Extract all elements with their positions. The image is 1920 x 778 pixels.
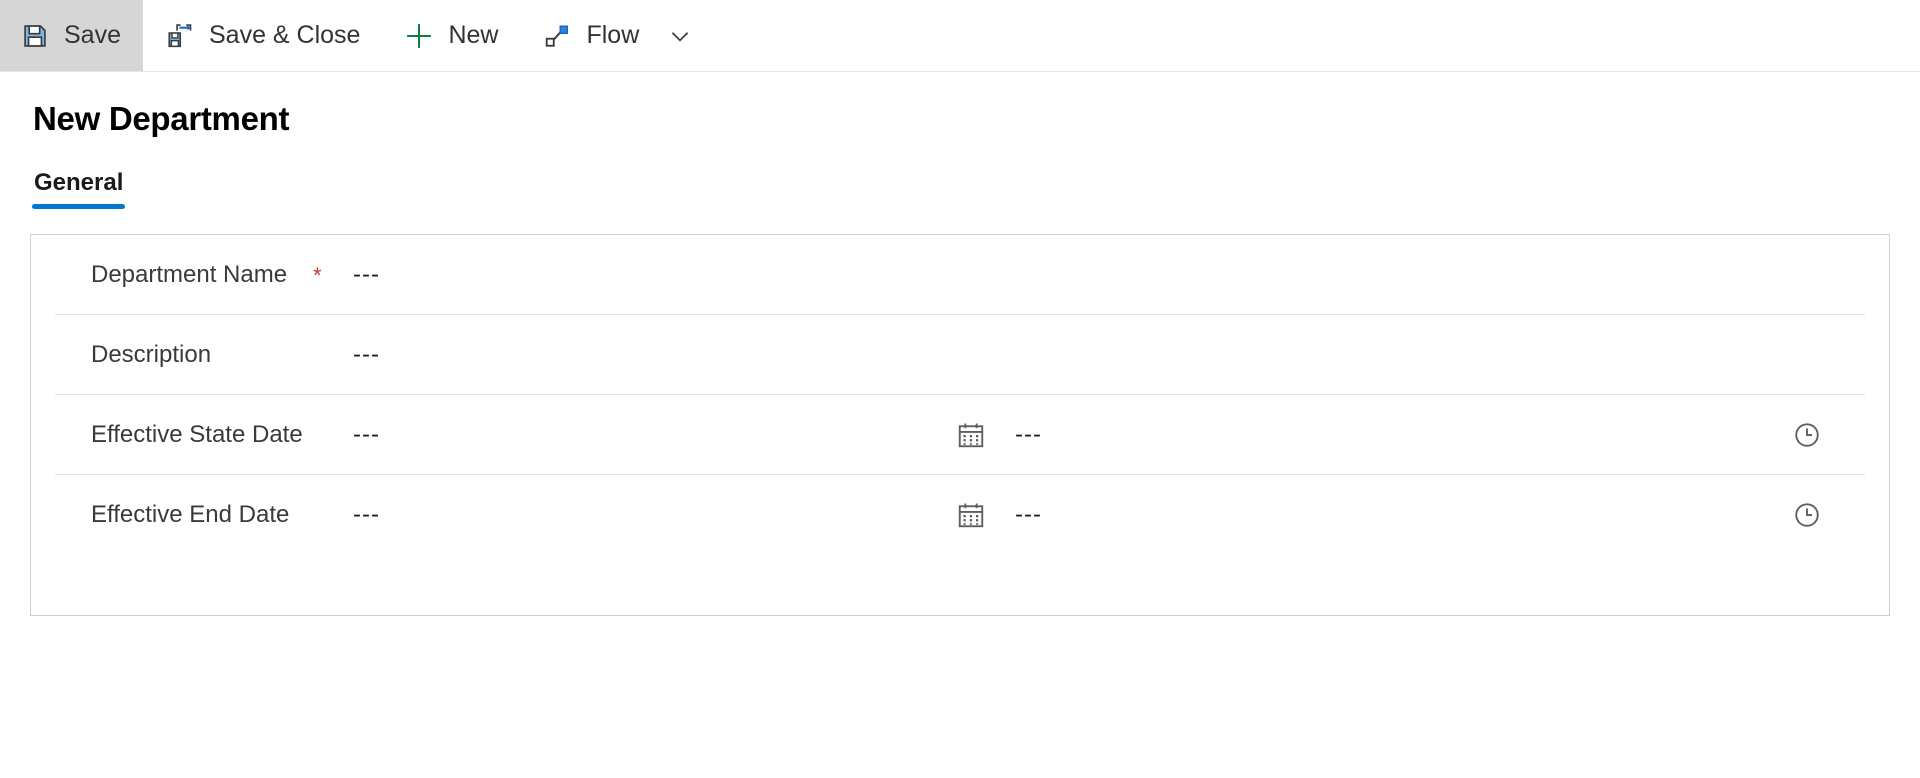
save-and-close-icon: [165, 21, 195, 51]
save-floppy-icon: [20, 21, 50, 51]
description-label: Description: [91, 340, 212, 368]
flow-icon: [542, 21, 572, 51]
chevron-down-icon: [665, 21, 695, 51]
save-button-label: Save: [64, 21, 121, 49]
command-bar-overflow-button[interactable]: [661, 0, 713, 71]
required-asterisk: *: [313, 262, 322, 288]
department-name-field[interactable]: ---: [353, 262, 953, 287]
save-and-close-button[interactable]: Save & Close: [143, 0, 382, 71]
required-asterisk-placeholder: [313, 354, 353, 356]
description-field[interactable]: ---: [353, 342, 953, 367]
general-form-card: Department Name * --- Description --- Ef…: [30, 234, 1890, 616]
required-asterisk-placeholder: [313, 434, 353, 436]
page-body: New Department General Department Name *…: [0, 100, 1920, 616]
effective-state-date-label: Effective State Date: [91, 420, 303, 448]
flow-button-label: Flow: [586, 21, 640, 49]
form-row: Department Name * ---: [55, 235, 1865, 315]
effective-state-time-field[interactable]: ---: [989, 422, 1549, 447]
clock-icon[interactable]: [1789, 417, 1825, 453]
new-button[interactable]: New: [382, 0, 520, 71]
new-button-label: New: [448, 21, 499, 49]
page-title: New Department: [33, 100, 290, 137]
form-row: Effective State Date --- ---: [55, 395, 1865, 475]
effective-state-date-field[interactable]: ---: [353, 422, 953, 447]
save-button[interactable]: Save: [0, 0, 143, 71]
effective-end-time-field[interactable]: ---: [989, 503, 1549, 527]
form-row: Description ---: [55, 315, 1865, 395]
effective-end-date-field[interactable]: ---: [353, 503, 953, 527]
department-name-label: Department Name: [91, 260, 288, 288]
calendar-icon[interactable]: [953, 417, 989, 453]
tab-strip: General: [32, 169, 1890, 209]
command-bar: Save Save & Close New Flow: [0, 0, 1920, 72]
tab-general-label: General: [34, 169, 124, 196]
effective-end-date-label: Effective End Date: [91, 501, 290, 528]
clock-icon[interactable]: [1789, 497, 1825, 533]
tab-general[interactable]: General: [32, 169, 126, 209]
required-asterisk-placeholder: [313, 514, 353, 516]
calendar-icon[interactable]: [953, 497, 989, 533]
save-and-close-button-label: Save & Close: [208, 21, 361, 49]
flow-button[interactable]: Flow: [520, 0, 661, 71]
plus-icon: [404, 21, 434, 51]
form-row: Effective End Date --- ---: [55, 475, 1865, 555]
